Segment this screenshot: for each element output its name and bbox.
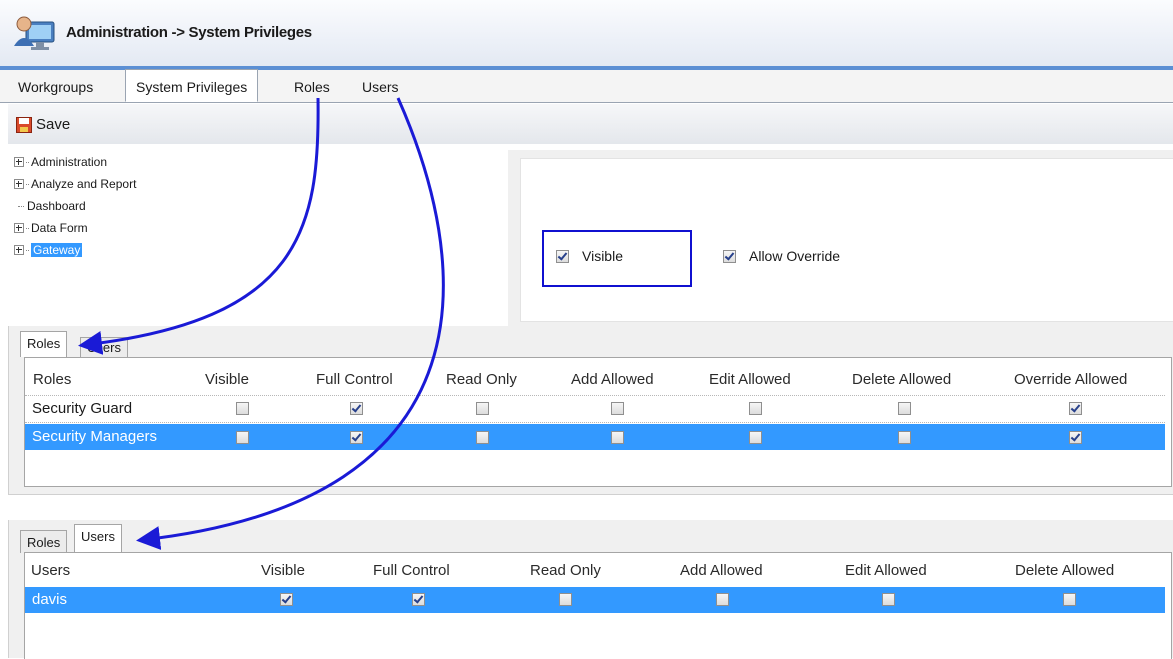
arrow-users-to-users-tab: [136, 97, 445, 550]
annotation-arrows: [78, 97, 445, 550]
arrow-roles-to-roles-tab: [78, 97, 320, 355]
